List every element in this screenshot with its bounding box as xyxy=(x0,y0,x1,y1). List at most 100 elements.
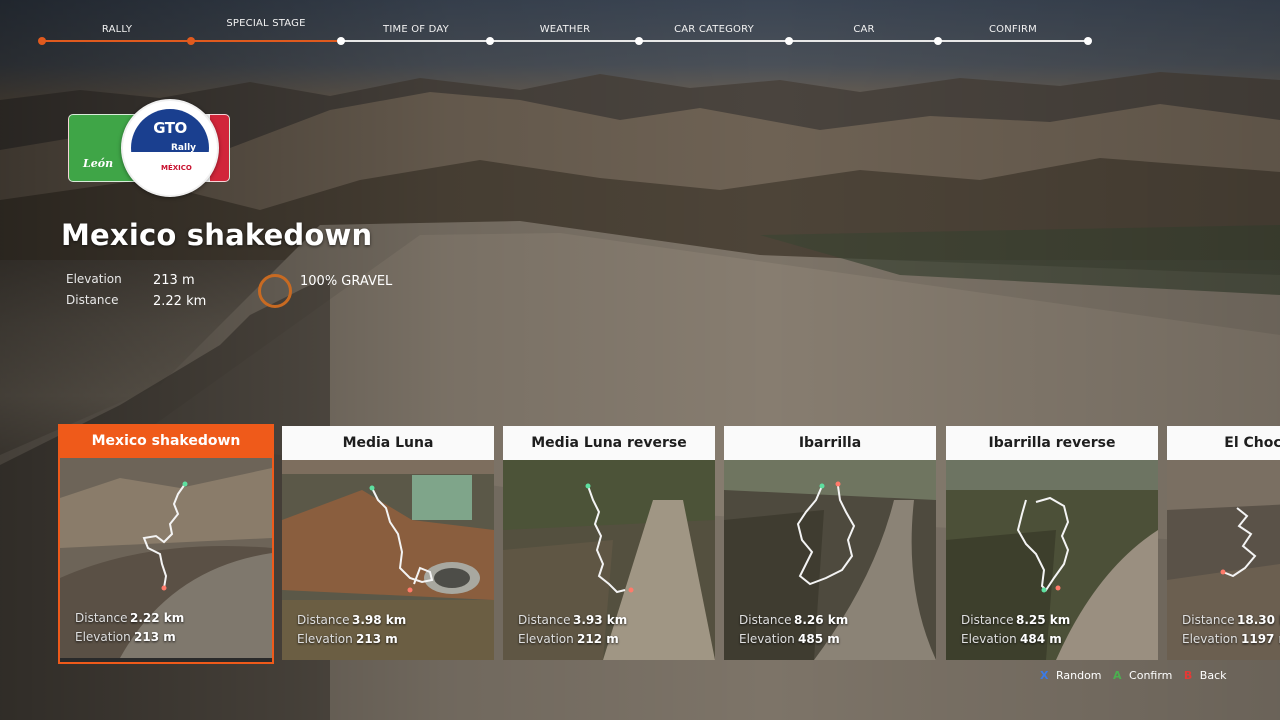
stage-route-map xyxy=(503,460,715,660)
route-start-icon xyxy=(1041,587,1047,593)
confirm-prompt[interactable]: A Confirm xyxy=(1113,669,1176,682)
step-label-rally[interactable]: RALLY xyxy=(47,24,187,35)
card-elevation-value: 484 m xyxy=(1020,632,1062,646)
surface-gauge-icon xyxy=(258,274,292,308)
distance-label: Distance xyxy=(66,293,119,307)
card-distance-label: Distance xyxy=(75,611,128,625)
surface-label: 100% GRAVEL xyxy=(300,274,393,289)
stage-card-image: Distance 3.98 km Elevation 213 m xyxy=(282,460,494,660)
step-dot-car[interactable] xyxy=(785,37,793,45)
stage-card-title: Mexico shakedown xyxy=(60,424,272,458)
card-distance-value: 8.26 km xyxy=(794,613,849,627)
elevation-label: Elevation xyxy=(66,272,122,286)
step-label-weather[interactable]: WEATHER xyxy=(495,24,635,35)
step-line-todo xyxy=(341,40,1088,42)
rally-logo-badge: GTO Rally MÉXICO xyxy=(121,99,219,197)
step-dot-special-stage[interactable] xyxy=(187,37,195,45)
card-elevation-value: 212 m xyxy=(577,632,619,646)
card-elevation-label: Elevation xyxy=(518,632,574,646)
card-distance-value: 8.25 km xyxy=(1016,613,1071,627)
stage-card-image: Distance 18.30 km Elevation 1197 m xyxy=(1167,460,1280,660)
stage-card-image: Distance 8.25 km Elevation 484 m xyxy=(946,460,1158,660)
confirm-label: Confirm xyxy=(1129,669,1173,682)
card-elevation-label: Elevation xyxy=(75,630,131,644)
logo-city: León xyxy=(83,157,114,170)
card-distance-value: 18.30 km xyxy=(1237,613,1280,627)
stage-route-map xyxy=(1167,460,1280,660)
route-start-icon xyxy=(369,485,375,491)
stage-card-media-luna-reverse[interactable]: Media Luna reverse Distance 3.93 km Elev… xyxy=(503,426,715,660)
step-label-confirm[interactable]: CONFIRM xyxy=(943,24,1083,35)
logo-name: GTO xyxy=(153,119,187,137)
logo-country: MÉXICO xyxy=(161,164,192,172)
stage-card-mexico-shakedown[interactable]: Mexico shakedown Distance 2.22 km Elevat… xyxy=(58,424,274,664)
card-distance-label: Distance xyxy=(961,613,1014,627)
step-dot-car-category[interactable] xyxy=(635,37,643,45)
stage-title: Mexico shakedown xyxy=(61,218,373,252)
stage-card-title: Ibarrilla xyxy=(724,426,936,460)
stage-route-map xyxy=(60,458,272,658)
card-elevation-value: 1197 m xyxy=(1241,632,1280,646)
card-distance-label: Distance xyxy=(1182,613,1235,627)
stage-carousel: Mexico shakedown Distance 2.22 km Elevat… xyxy=(0,424,1280,664)
step-dot-rally[interactable] xyxy=(38,37,46,45)
back-prompt[interactable]: B Back xyxy=(1184,669,1231,682)
route-end-icon xyxy=(628,587,634,593)
distance-value: 2.22 km xyxy=(153,294,207,309)
stage-card-title: Media Luna xyxy=(282,426,494,460)
route-start-icon xyxy=(585,483,591,489)
step-dot-end xyxy=(1084,37,1092,45)
logo-sub: Rally xyxy=(171,143,197,153)
button-prompts: X Random A Confirm B Back xyxy=(1040,669,1235,682)
stage-route-map xyxy=(282,460,494,660)
random-prompt[interactable]: X Random xyxy=(1040,669,1106,682)
b-button-icon: B xyxy=(1183,669,1193,682)
stage-card-ibarrilla[interactable]: Ibarrilla Distance 8.26 km Elevation 485… xyxy=(724,426,936,660)
random-label: Random xyxy=(1055,669,1102,682)
step-label-car[interactable]: CAR xyxy=(794,24,934,35)
stage-route-map xyxy=(724,460,936,660)
card-elevation-label: Elevation xyxy=(297,632,353,646)
card-elevation-value: 485 m xyxy=(798,632,840,646)
card-elevation-label: Elevation xyxy=(739,632,795,646)
stage-card-media-luna[interactable]: Media Luna Distance 3.98 km Elevation 21… xyxy=(282,426,494,660)
card-distance-label: Distance xyxy=(739,613,792,627)
route-start-icon xyxy=(182,481,188,487)
progress-stepper: RALLY SPECIAL STAGE TIME OF DAY WEATHER … xyxy=(0,0,1280,60)
stage-card-ibarrilla-reverse[interactable]: Ibarrilla reverse Distance 8.25 km Eleva… xyxy=(946,426,1158,660)
stage-card-el-chocolate[interactable]: El Chocolate Distance 18.30 km Elevation… xyxy=(1167,426,1280,660)
stage-card-image: Distance 2.22 km Elevation 213 m xyxy=(60,458,272,658)
step-dot-confirm[interactable] xyxy=(934,37,942,45)
step-line-done xyxy=(42,40,192,42)
route-start-icon xyxy=(819,483,825,489)
step-dot-weather[interactable] xyxy=(486,37,494,45)
step-dot-time-of-day[interactable] xyxy=(337,37,345,45)
route-end-icon xyxy=(161,585,167,591)
step-label-car-category[interactable]: CAR CATEGORY xyxy=(644,24,784,35)
stage-card-image: Distance 3.93 km Elevation 212 m xyxy=(503,460,715,660)
step-label-time-of-day[interactable]: TIME OF DAY xyxy=(346,24,486,35)
route-end-icon xyxy=(835,481,841,487)
stage-card-title: Media Luna reverse xyxy=(503,426,715,460)
step-label-special-stage[interactable]: SPECIAL STAGE xyxy=(196,18,336,29)
card-elevation-label: Elevation xyxy=(1182,632,1238,646)
card-distance-value: 3.93 km xyxy=(573,613,628,627)
stage-card-title: El Chocolate xyxy=(1167,426,1280,460)
card-distance-label: Distance xyxy=(518,613,571,627)
route-end-icon xyxy=(1055,585,1061,591)
a-button-icon: A xyxy=(1113,669,1122,682)
card-distance-label: Distance xyxy=(297,613,350,627)
card-elevation-value: 213 m xyxy=(356,632,398,646)
elevation-value: 213 m xyxy=(153,273,195,288)
route-end-icon xyxy=(407,587,413,593)
stage-route-map xyxy=(946,460,1158,660)
route-end-icon xyxy=(1220,569,1226,575)
stage-card-image: Distance 8.26 km Elevation 485 m xyxy=(724,460,936,660)
step-line-done xyxy=(192,40,341,42)
card-elevation-label: Elevation xyxy=(961,632,1017,646)
stage-card-title: Ibarrilla reverse xyxy=(946,426,1158,460)
card-distance-value: 2.22 km xyxy=(130,611,185,625)
card-elevation-value: 213 m xyxy=(134,630,176,644)
x-button-icon: X xyxy=(1040,669,1049,682)
back-label: Back xyxy=(1199,669,1227,682)
